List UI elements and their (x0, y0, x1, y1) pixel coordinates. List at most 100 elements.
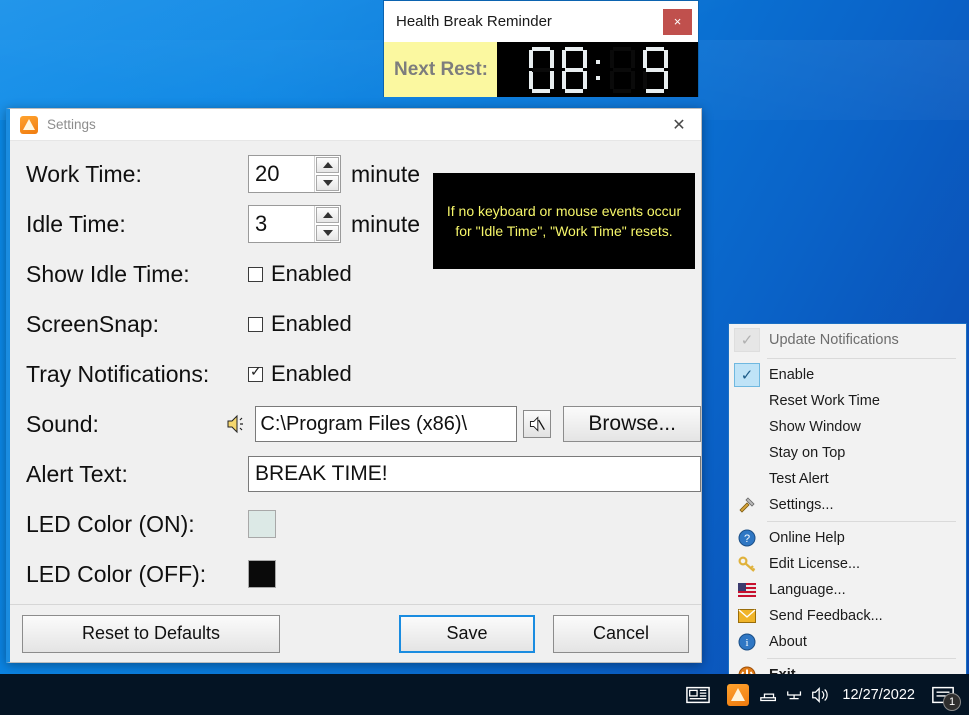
idle-time-unit: minute (351, 210, 421, 237)
tray-menu-item-label: Language... (769, 582, 846, 598)
led-digit (559, 46, 589, 94)
app-triangle-icon (20, 115, 38, 134)
chevron-up-icon (322, 162, 333, 168)
network-icon[interactable] (782, 674, 808, 715)
tray-notifications-checkbox-label: Enabled (271, 361, 352, 386)
tray-menu-item-label: Settings... (769, 497, 834, 513)
tray-menu-item-stay-on-top[interactable]: Stay on Top (729, 440, 966, 466)
tray-notifications-checkbox[interactable] (248, 364, 263, 382)
row-screensnap: ScreenSnap: Enabled (10, 299, 701, 349)
settings-form: If no keyboard or mouse events occur for… (10, 141, 701, 635)
alert-text-input[interactable] (248, 456, 701, 492)
save-button[interactable]: Save (399, 614, 535, 653)
info-note-text: If no keyboard or mouse events occur for… (446, 202, 682, 239)
key-icon (731, 553, 763, 575)
show-idle-time-checkbox-group[interactable]: Enabled (248, 261, 352, 287)
next-rest-label-cell: Next Rest: (384, 42, 497, 97)
work-time-input[interactable] (249, 156, 314, 192)
tray-menu-separator (767, 358, 956, 359)
svg-text:i: i (745, 637, 748, 649)
tray-menu-item-settings[interactable]: Settings... (729, 492, 966, 518)
speaker-icon (225, 413, 247, 435)
idle-time-input[interactable] (249, 206, 314, 242)
tray-menu-item-label: Show Window (769, 419, 861, 435)
tray-notifications-label: Tray Notifications: (26, 360, 210, 387)
browse-button[interactable]: Browse... (563, 406, 701, 442)
led-on-color-swatch[interactable] (248, 510, 276, 538)
no-icon (731, 390, 763, 412)
tray-menu-item-label: Test Alert (769, 471, 829, 487)
row-alert-text: Alert Text: (10, 449, 701, 499)
show-idle-time-checkbox[interactable] (248, 266, 263, 282)
tray-menu-item-enable[interactable]: ✓ Enable (729, 362, 966, 388)
row-led-off: LED Color (OFF): (10, 549, 701, 599)
tray-menu-item-online-help[interactable]: ? Online Help (729, 525, 966, 551)
row-sound: Sound: Browse... (10, 399, 701, 449)
tools-icon (731, 494, 763, 516)
tray-app-icon[interactable] (720, 674, 756, 715)
tray-menu-item-label: About (769, 634, 807, 650)
sound-path-input[interactable] (255, 406, 518, 442)
help-icon: ? (731, 527, 763, 549)
tray-menu-item-test-alert[interactable]: Test Alert (729, 466, 966, 492)
tray-menu-item-label: Online Help (769, 530, 845, 546)
reminder-body: Next Rest: (384, 42, 698, 97)
tray-menu-item-show-window[interactable]: Show Window (729, 414, 966, 440)
tray-menu-item-edit-license[interactable]: Edit License... (729, 551, 966, 577)
idle-time-stepper[interactable] (248, 205, 341, 243)
led-colon-separator (592, 46, 604, 94)
tray-menu-item-label: Stay on Top (769, 445, 846, 461)
idle-time-increment-button[interactable] (316, 207, 339, 223)
tray-context-menu: ✓ Update Notifications ✓ Enable Reset Work T… (728, 323, 967, 684)
reminder-titlebar: Health Break Reminder × (384, 1, 698, 42)
tray-menu-item-send-feedback[interactable]: Send Feedback... (729, 603, 966, 629)
news-and-interests-icon[interactable] (676, 674, 720, 715)
led-off-color-swatch[interactable] (248, 560, 276, 588)
work-time-decrement-button[interactable] (316, 175, 339, 191)
reset-to-defaults-button[interactable]: Reset to Defaults (22, 614, 280, 653)
mail-icon (731, 605, 763, 627)
led-digit (607, 46, 637, 94)
sound-label: Sound: (26, 410, 99, 437)
tray-menu-separator (767, 521, 956, 522)
idle-time-decrement-button[interactable] (316, 225, 339, 241)
check-icon: ✓ (731, 363, 763, 387)
show-idle-time-label: Show Idle Time: (26, 260, 190, 287)
action-center-icon[interactable]: 1 (923, 674, 963, 715)
work-time-stepper[interactable] (248, 155, 341, 193)
no-icon (731, 416, 763, 438)
settings-window-title: Settings (47, 117, 96, 132)
tray-menu-item-about[interactable]: i About (729, 629, 966, 655)
led-off-label: LED Color (OFF): (26, 560, 207, 587)
reminder-close-button[interactable]: × (663, 8, 692, 35)
settings-close-icon[interactable]: ✕ (657, 109, 701, 140)
tray-menu-item-update-notifications: ✓ Update Notifications (729, 324, 966, 355)
volume-icon[interactable] (808, 674, 834, 715)
led-countdown-display (497, 42, 698, 97)
no-icon (731, 442, 763, 464)
alert-text-label: Alert Text: (26, 460, 128, 487)
screensnap-checkbox[interactable] (248, 316, 263, 332)
tray-menu-item-reset-work-time[interactable]: Reset Work Time (729, 388, 966, 414)
cancel-button[interactable]: Cancel (553, 614, 689, 653)
work-time-increment-button[interactable] (316, 157, 339, 173)
check-dim-icon: ✓ (731, 327, 763, 352)
screensnap-checkbox-group[interactable]: Enabled (248, 311, 352, 337)
led-digit (640, 46, 670, 94)
led-on-label: LED Color (ON): (26, 510, 195, 537)
info-note-box: If no keyboard or mouse events occur for… (433, 173, 695, 269)
mute-toggle-button[interactable] (523, 410, 552, 438)
tray-menu-item-label: Reset Work Time (769, 393, 880, 409)
chevron-down-icon (322, 180, 333, 186)
taskbar-clock-date[interactable]: 12/27/2022 (834, 687, 923, 703)
row-led-on: LED Color (ON): (10, 499, 701, 549)
tray-menu-item-language[interactable]: Language... (729, 577, 966, 603)
onedrive-icon[interactable] (756, 674, 782, 715)
idle-time-spin-buttons[interactable] (314, 206, 340, 242)
tray-menu-item-label: Enable (769, 367, 815, 383)
tray-notifications-checkbox-group[interactable]: Enabled (248, 361, 352, 387)
work-time-spin-buttons[interactable] (314, 156, 340, 192)
chevron-up-icon (322, 212, 333, 218)
taskbar: 12/27/2022 1 (0, 674, 969, 715)
row-tray-notifications: Tray Notifications: Enabled (10, 349, 701, 399)
